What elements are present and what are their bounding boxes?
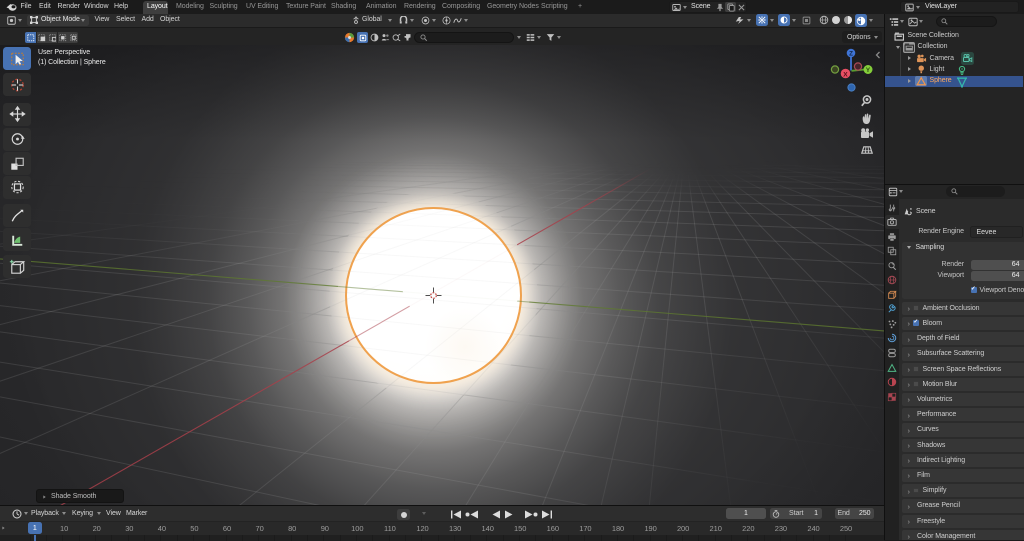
- svg-text:Z: Z: [849, 51, 853, 58]
- svg-text:Y: Y: [866, 67, 871, 74]
- svg-text:X: X: [843, 71, 848, 78]
